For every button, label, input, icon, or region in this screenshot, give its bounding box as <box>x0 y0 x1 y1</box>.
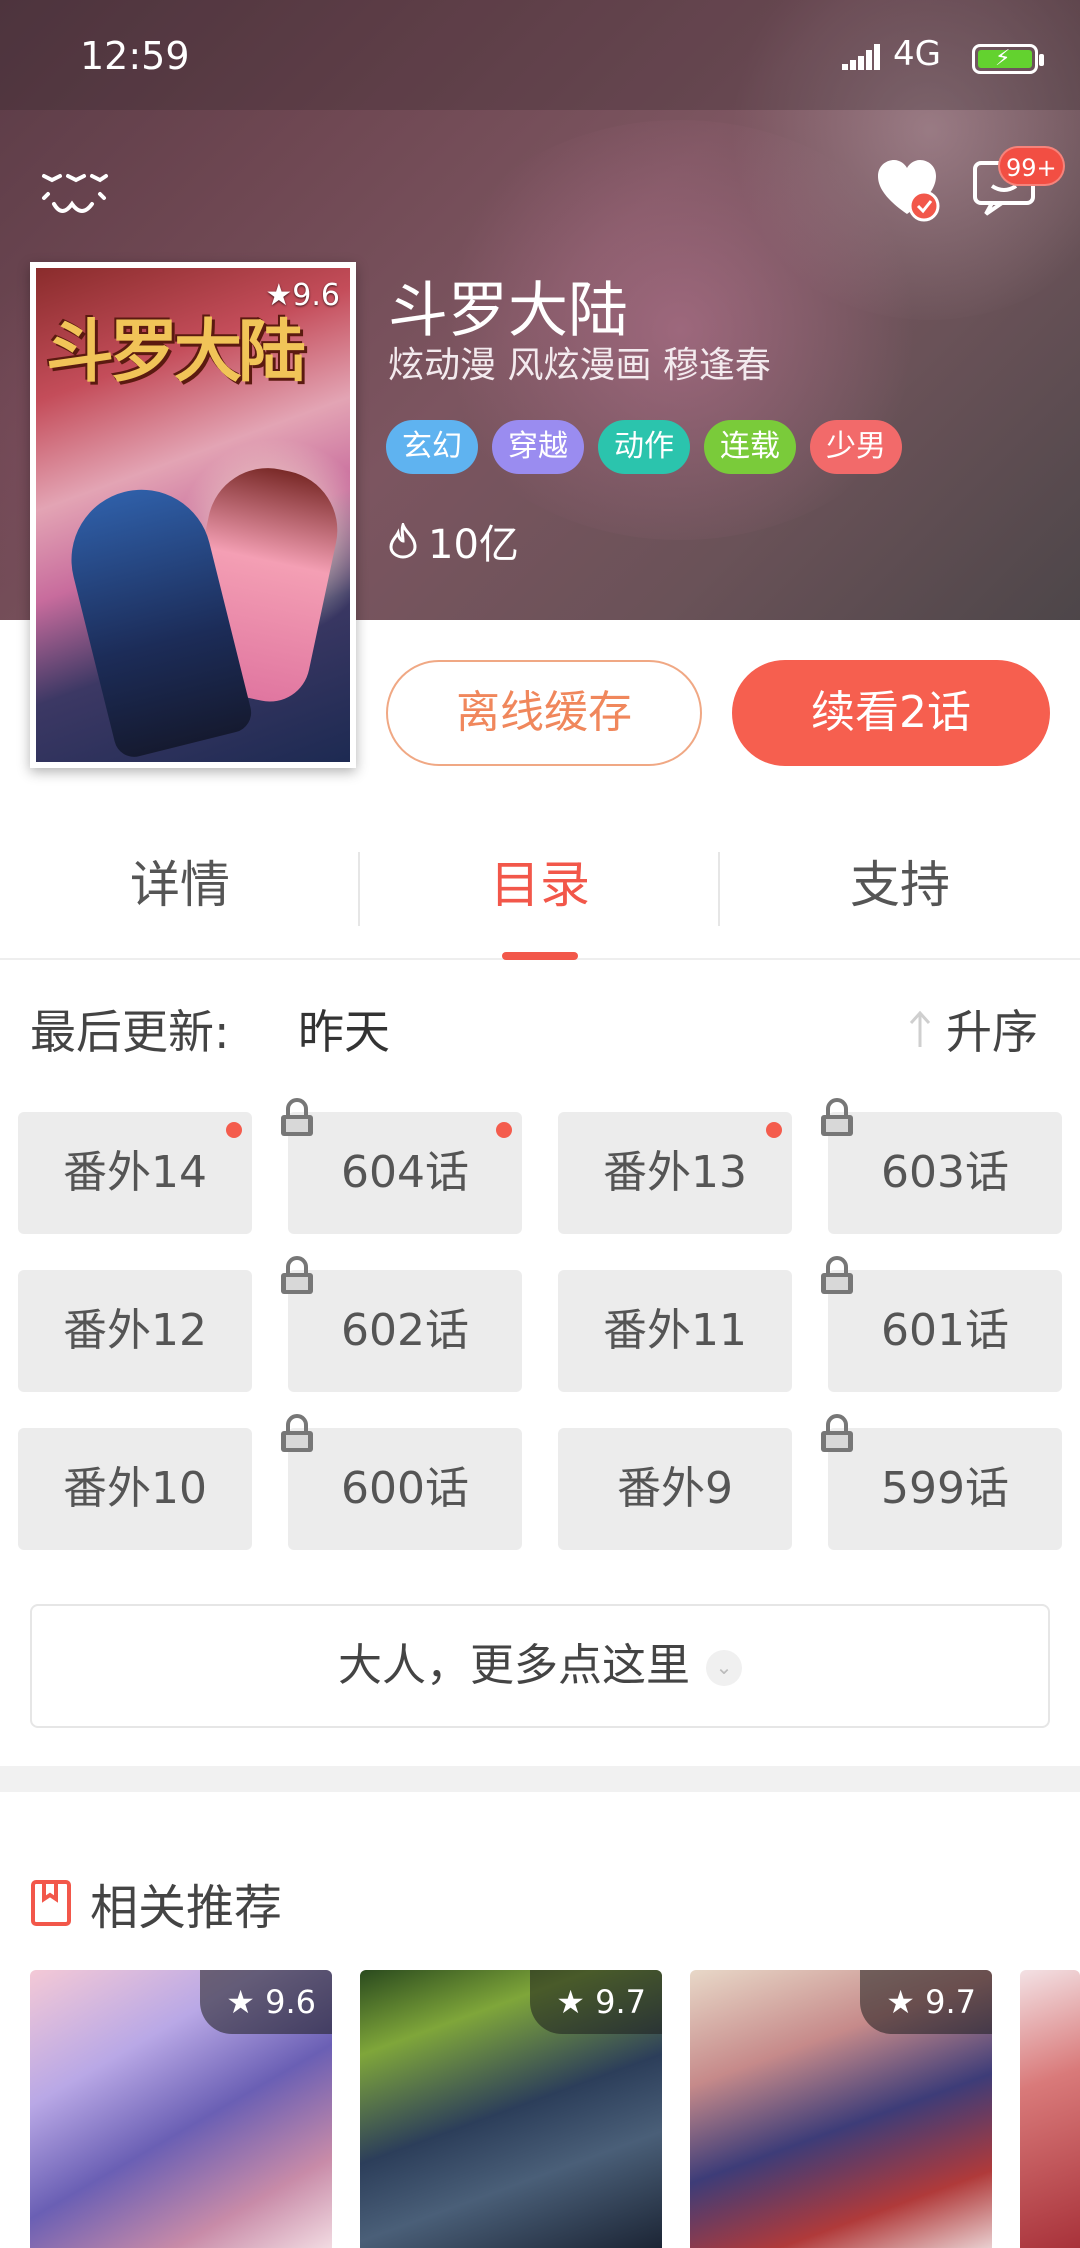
lock-icon <box>821 1414 853 1452</box>
status-time: 12:59 <box>80 34 190 78</box>
lock-icon <box>281 1256 313 1294</box>
episode-item[interactable]: 番外11 <box>558 1270 792 1392</box>
popularity: 10亿 <box>388 512 519 570</box>
sort-toggle[interactable]: 升序 <box>908 996 1038 1062</box>
tab-catalog[interactable]: 目录 <box>360 830 720 960</box>
episode-item[interactable]: 603话 <box>821 1098 1062 1234</box>
network-type: 4G <box>893 34 941 74</box>
last-update-value: 昨天 <box>298 1005 390 1059</box>
episode-item[interactable]: 番外14 <box>18 1112 252 1234</box>
recommend-rating: ★ 9.7 <box>530 1970 662 2034</box>
episode-item[interactable]: 602话 <box>281 1256 522 1392</box>
recommend-rating: ★ 9.6 <box>200 1970 332 2034</box>
tab-details[interactable]: 详情 <box>0 830 360 960</box>
star-icon: ★ <box>226 1983 255 2021</box>
back-icon[interactable] <box>40 168 110 228</box>
recommend-card[interactable]: ★ 9.7 <box>690 1970 992 2248</box>
episode-item[interactable]: 番外10 <box>18 1428 252 1550</box>
signal-icon <box>842 44 880 70</box>
status-tag[interactable]: 连载 <box>704 420 796 474</box>
book-cover: 斗罗大陆 ★9.6 <box>30 262 356 768</box>
genre-tag[interactable]: 穿越 <box>492 420 584 474</box>
battery-icon: ⚡ <box>972 44 1044 74</box>
episode-item[interactable]: 番外12 <box>18 1270 252 1392</box>
section-divider <box>0 1766 1080 1792</box>
offline-cache-button[interactable]: 离线缓存 <box>386 660 702 766</box>
star-icon: ★ <box>886 1983 915 2021</box>
cover-title-art: 斗罗大陆 <box>46 312 306 392</box>
tab-support[interactable]: 支持 <box>720 830 1080 960</box>
recommend-header: 相关推荐 <box>30 1868 282 1938</box>
book-authors: 炫动漫 风炫漫画 穆逢春 <box>388 345 771 386</box>
cover-rating: ★9.6 <box>265 278 340 313</box>
message-count-badge: 99+ <box>998 146 1065 186</box>
episode-item[interactable]: 番外13 <box>558 1112 792 1234</box>
show-more-button[interactable]: 大人，更多点这里 ⌄ <box>30 1604 1050 1728</box>
continue-reading-button[interactable]: 续看2话 <box>732 660 1050 766</box>
bookmark-book-icon <box>31 1880 71 1926</box>
active-tab-indicator <box>502 952 578 960</box>
cover-image: 斗罗大陆 ★9.6 <box>36 268 350 762</box>
tag-list: 玄幻 穿越 动作 连载 少男 <box>386 420 902 474</box>
recommend-card-partial[interactable] <box>1020 1970 1080 2248</box>
new-dot <box>226 1122 242 1138</box>
favorite-heart-icon[interactable] <box>874 156 940 222</box>
sort-label: 升序 <box>946 1005 1038 1059</box>
recommend-title: 相关推荐 <box>90 1880 283 1936</box>
star-icon: ★ <box>265 278 293 313</box>
fire-icon <box>389 523 417 559</box>
new-dot <box>766 1122 782 1138</box>
tab-bar: 详情 目录 支持 <box>0 830 1080 960</box>
recommend-card[interactable]: ★ 9.7 <box>360 1970 662 2248</box>
episode-item[interactable]: 番外9 <box>558 1428 792 1550</box>
new-dot <box>496 1122 512 1138</box>
episode-item[interactable]: 600话 <box>281 1414 522 1550</box>
genre-tag[interactable]: 玄幻 <box>386 420 478 474</box>
recommend-card[interactable]: ★ 9.6 <box>30 1970 332 2248</box>
lock-icon <box>821 1098 853 1136</box>
show-more-label: 大人，更多点这里 <box>338 1640 690 1691</box>
lock-icon <box>821 1256 853 1294</box>
chevron-down-icon: ⌄ <box>706 1650 742 1686</box>
arrow-up-icon <box>909 1010 931 1047</box>
lock-icon <box>281 1414 313 1452</box>
recommend-rating: ★ 9.7 <box>860 1970 992 2034</box>
audience-tag[interactable]: 少男 <box>810 420 902 474</box>
star-icon: ★ <box>556 1983 585 2021</box>
episode-item[interactable]: 599话 <box>821 1414 1062 1550</box>
last-update-label: 最后更新: <box>30 1005 230 1059</box>
episode-item[interactable]: 601话 <box>821 1256 1062 1392</box>
genre-tag[interactable]: 动作 <box>598 420 690 474</box>
episode-item[interactable]: 604话 <box>281 1098 522 1234</box>
popularity-value: 10亿 <box>428 522 519 568</box>
lock-icon <box>281 1098 313 1136</box>
